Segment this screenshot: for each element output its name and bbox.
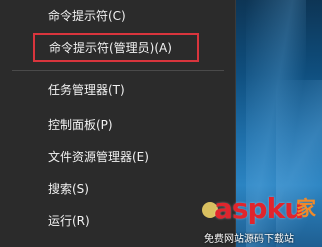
menu-item-task-manager[interactable]: 任务管理器(T): [0, 77, 234, 103]
menu-divider: [12, 70, 224, 71]
watermark-logo: aspku 家 免费网站源码下载站: [188, 188, 322, 247]
watermark-text: aspku: [214, 192, 304, 225]
watermark-subtitle: 免费网站源码下载站: [204, 234, 294, 245]
menu-item-command-prompt-admin[interactable]: 命令提示符(管理员)(A): [33, 33, 199, 62]
menu-item-control-panel[interactable]: 控制面板(P): [0, 112, 234, 138]
menu-item-command-prompt[interactable]: 命令提示符(C): [0, 3, 234, 29]
watermark-cn-text: 家: [296, 196, 316, 220]
menu-item-file-explorer[interactable]: 文件资源管理器(E): [0, 144, 234, 170]
